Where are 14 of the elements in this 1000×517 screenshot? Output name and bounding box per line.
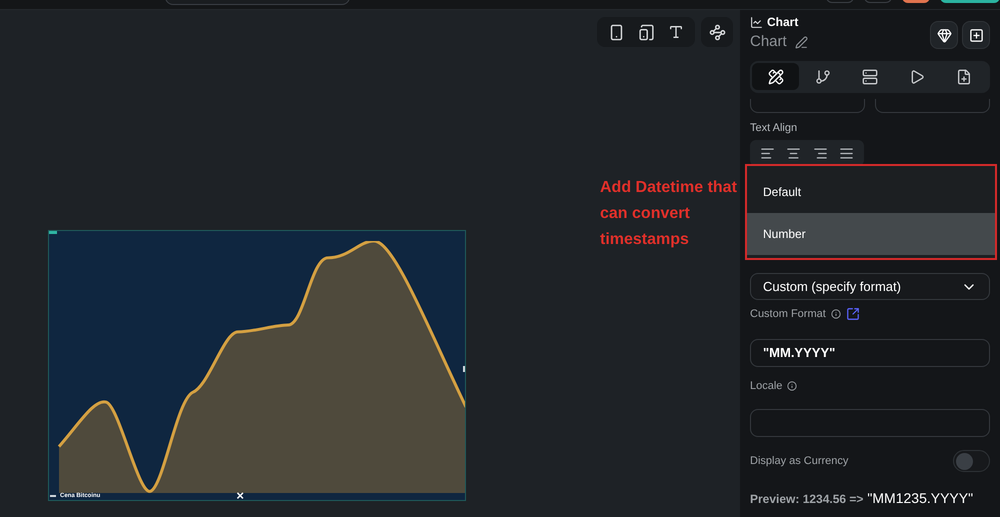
field-label: Display as Currency	[750, 454, 848, 469]
preview-label: Preview: 1234.56 =>	[750, 491, 864, 508]
dropdown-option[interactable]: Number	[747, 213, 995, 255]
annotation-text: Add Datetime that can convert timestamps	[600, 178, 738, 250]
dropdown-option[interactable]: Default	[747, 171, 995, 213]
field-label: Text Align	[750, 120, 798, 136]
close-mark[interactable]: ×	[236, 492, 244, 500]
component-name: Chart	[750, 32, 787, 52]
format-select[interactable]: Custom (specify format)	[750, 273, 990, 300]
preview-value: "MM1235.YYYY"	[867, 489, 974, 508]
component-type: Chart	[767, 14, 798, 31]
field-label: Locale	[750, 378, 782, 394]
field-label: Custom Format	[750, 307, 826, 322]
input-field[interactable]: "MM.YYYY"	[750, 338, 990, 366]
